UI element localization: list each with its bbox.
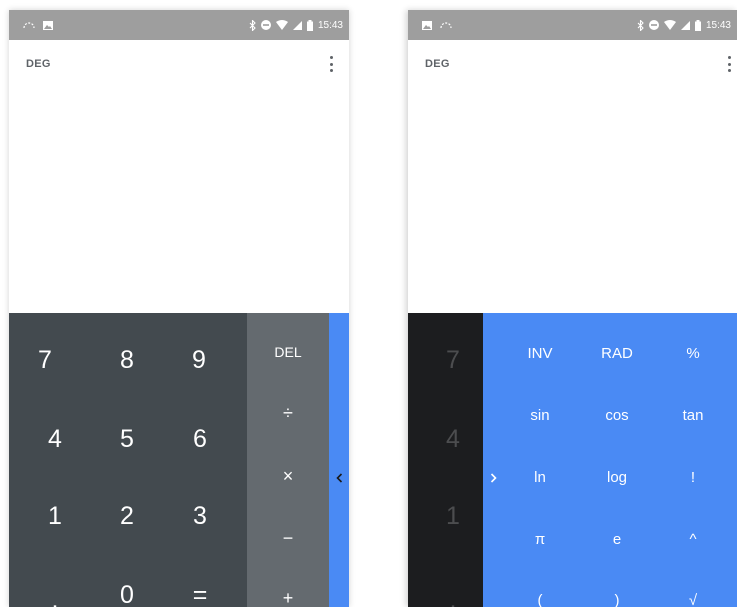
equals-button[interactable]: = [175,575,225,607]
status-bar: 15:43 [9,10,349,40]
chevron-right-icon[interactable] [483,468,503,488]
digit-5-button[interactable]: 5 [102,414,152,464]
digit-7-button[interactable]: 7 [428,335,478,385]
close-paren-button[interactable]: ) [592,589,642,607]
sin-button[interactable]: sin [515,402,565,428]
wifi-icon [275,20,288,30]
display-area: DEG [9,40,349,313]
digit-4-button[interactable]: 4 [30,414,80,464]
overflow-menu-icon[interactable] [327,54,335,74]
calculator-screen-basic: 15:43 DEG 7 8 9 4 5 6 1 2 3 , 0 = DEL ÷ … [9,10,349,607]
comma-button[interactable]: , [428,575,478,607]
display-area: DEG [408,40,737,313]
do-not-disturb-icon [260,20,271,30]
wifi-icon [663,20,676,30]
status-time: 15:43 [705,19,731,31]
signal-icon [680,20,690,30]
open-paren-button[interactable]: ( [515,589,565,607]
digit-6-button[interactable]: 6 [175,414,225,464]
image-icon [422,20,432,30]
digit-4-button[interactable]: 4 [428,414,478,464]
calculator-screen-advanced: 15:43 DEG 7 4 1 , INV RAD % sin cos tan … [408,10,737,607]
digit-0-button[interactable]: 0 [102,575,152,607]
number-pad: 7 8 9 4 5 6 1 2 3 , 0 = [9,313,247,607]
battery-icon [306,19,313,31]
advanced-functions-pad: INV RAD % sin cos tan ln log ! π e ^ ( )… [483,313,737,607]
delete-button[interactable]: DEL [263,337,313,367]
inv-button[interactable]: INV [515,340,565,366]
e-button[interactable]: e [592,526,642,552]
loading-icon [23,21,35,29]
ln-button[interactable]: ln [515,464,565,490]
status-time: 15:43 [317,19,343,31]
angle-mode-indicator: DEG [26,58,51,70]
tan-button[interactable]: tan [668,402,718,428]
power-button[interactable]: ^ [668,526,718,552]
angle-mode-indicator: DEG [425,58,450,70]
divide-button[interactable]: ÷ [263,398,313,428]
log-button[interactable]: log [592,464,642,490]
digit-1-button[interactable]: 1 [30,491,80,541]
percent-button[interactable]: % [668,340,718,366]
digit-9-button[interactable]: 9 [174,335,224,385]
digit-8-button[interactable]: 8 [102,335,152,385]
chevron-left-icon[interactable] [329,468,349,488]
rad-button[interactable]: RAD [592,340,642,366]
comma-button[interactable]: , [30,575,80,607]
sqrt-button[interactable]: √ [668,589,718,607]
minus-button[interactable]: − [263,523,313,553]
signal-icon [292,20,302,30]
factorial-button[interactable]: ! [668,464,718,490]
overflow-menu-icon[interactable] [725,54,733,74]
digit-2-button[interactable]: 2 [102,491,152,541]
do-not-disturb-icon [648,20,659,30]
plus-button[interactable]: + [263,588,313,607]
digit-1-button[interactable]: 1 [428,491,478,541]
bluetooth-icon [249,19,256,31]
status-bar: 15:43 [408,10,737,40]
advanced-panel-handle[interactable] [329,313,349,607]
pi-button[interactable]: π [515,526,565,552]
number-pad-dimmed: 7 4 1 , [408,313,483,607]
multiply-button[interactable]: × [263,461,313,491]
battery-icon [694,19,701,31]
operator-pad: DEL ÷ × − + [247,313,329,607]
image-icon [43,20,53,30]
cos-button[interactable]: cos [592,402,642,428]
digit-3-button[interactable]: 3 [175,491,225,541]
bluetooth-icon [637,19,644,31]
digit-7-button[interactable]: 7 [20,335,70,385]
loading-icon [440,21,452,29]
